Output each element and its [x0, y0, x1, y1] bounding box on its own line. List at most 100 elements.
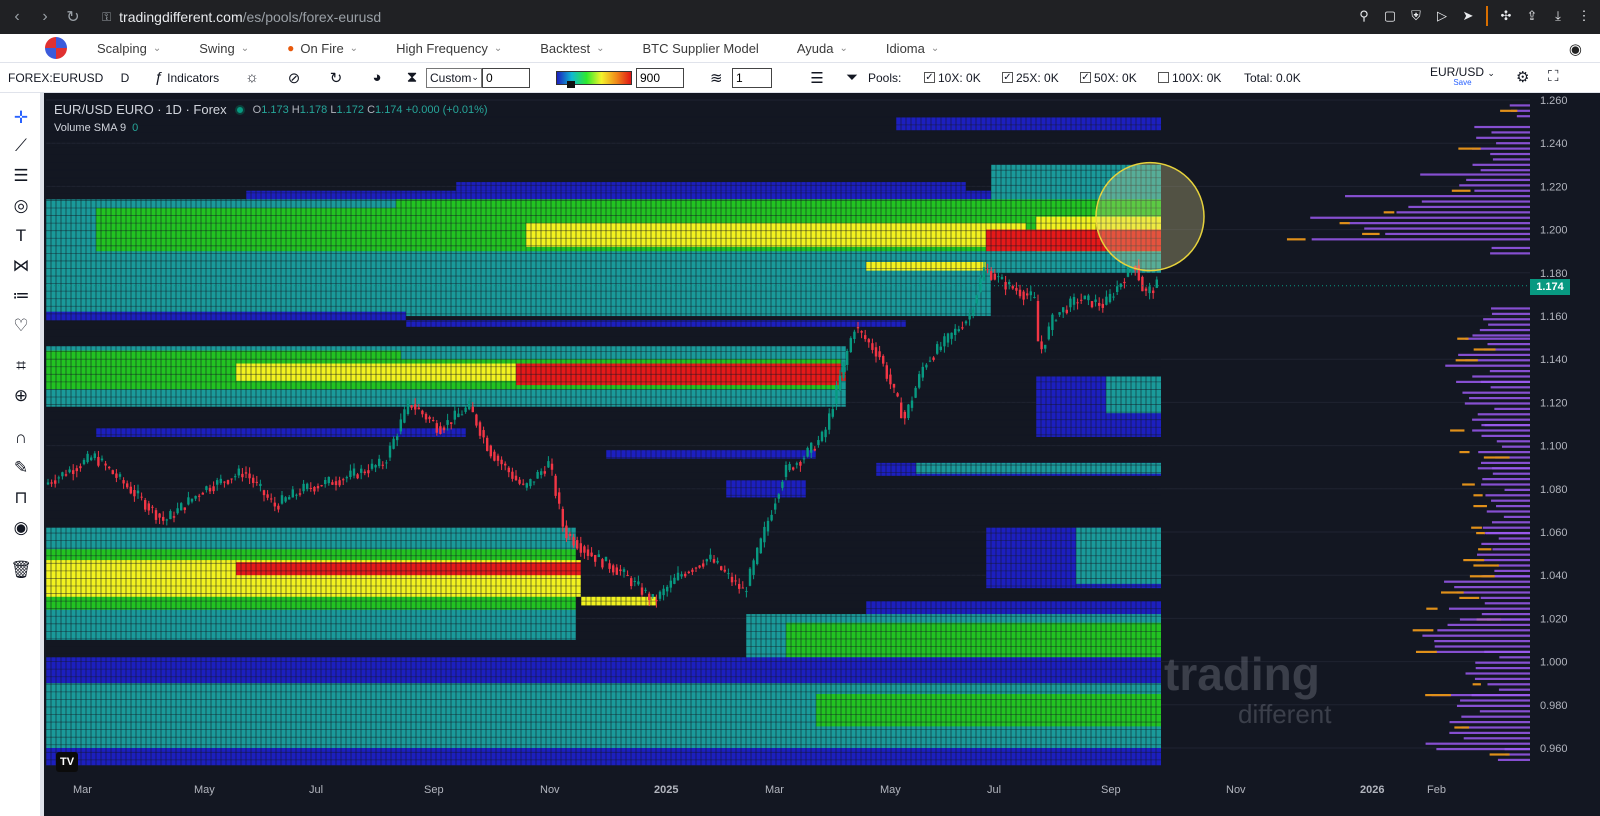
- pool-50x-checkbox[interactable]: ✓ 50X: 0K: [1080, 71, 1158, 85]
- fullscreen-icon[interactable]: ⛶: [1548, 68, 1559, 85]
- play-icon[interactable]: ▷: [1434, 6, 1450, 26]
- site-info-icon[interactable]: ⚿: [102, 10, 111, 25]
- chart-area[interactable]: 1.260 1.240 1.220 1.200 1.180 1.160 1.140 1.120…: [46, 96, 1600, 816]
- volume-profile-bar: [1465, 337, 1530, 340]
- pattern-icon[interactable]: ⋈: [8, 253, 34, 279]
- candle-body: [1112, 296, 1115, 298]
- crosshair-icon[interactable]: ✛: [8, 105, 34, 131]
- ohlc-values: O1.173 H1.178 L1.172 C1.174 +0.000 (+0.0…: [252, 103, 488, 116]
- align-button[interactable]: ☰: [798, 63, 836, 93]
- hide-button[interactable]: ⊘: [272, 63, 316, 93]
- heatmap-chart[interactable]: 1.260 1.240 1.220 1.200 1.180 1.160 1.140 1.120…: [46, 96, 1600, 816]
- checkbox-checked-icon: ✓: [924, 72, 935, 83]
- volume-profile-bar: [1469, 575, 1495, 578]
- download-icon[interactable]: ⤓: [1550, 6, 1566, 26]
- menu-high-frequency[interactable]: High Frequency ⌄: [396, 41, 502, 56]
- eye-icon[interactable]: ◉: [8, 515, 34, 541]
- candle-body: [399, 419, 402, 432]
- candle-body: [190, 498, 194, 502]
- menu-idioma[interactable]: Idioma ⌄: [886, 41, 939, 56]
- bookmark-icon[interactable]: ▢: [1382, 6, 1398, 26]
- menu-swing[interactable]: Swing ⌄: [199, 41, 249, 56]
- candle-body: [777, 494, 780, 499]
- heatmap-gradient-slider[interactable]: [556, 70, 632, 88]
- puzzle-icon[interactable]: ✣: [1498, 6, 1514, 26]
- candle-body: [1054, 320, 1058, 322]
- chevron-down-icon: ⌄: [930, 42, 940, 54]
- candle-body: [741, 587, 744, 589]
- forecast-icon[interactable]: ≔: [8, 283, 34, 309]
- pool-100x-checkbox[interactable]: 100X: 0K: [1158, 71, 1244, 85]
- trendline-icon[interactable]: ⟋: [8, 133, 34, 159]
- trash-icon[interactable]: 🗑: [8, 557, 34, 583]
- pair-selector[interactable]: EUR/USD ⌄ Save: [1430, 65, 1495, 87]
- site-logo-icon[interactable]: [45, 37, 67, 59]
- menu-btc-supplier-model[interactable]: BTC Supplier Model: [642, 41, 758, 56]
- candle-body: [154, 510, 158, 520]
- threshold-input[interactable]: [636, 67, 684, 88]
- filter-button[interactable]: ⏷: [836, 63, 868, 93]
- menu-ayuda[interactable]: Ayuda ⌄: [797, 41, 848, 56]
- volume-profile-bar: [1490, 252, 1530, 255]
- candle-body: [871, 343, 874, 350]
- interval-button[interactable]: D: [108, 63, 142, 93]
- ruler-icon[interactable]: ⌗: [8, 353, 34, 379]
- range-value-input[interactable]: [482, 67, 530, 88]
- candle-body: [882, 355, 885, 364]
- volume-profile-bar: [1475, 667, 1530, 670]
- candle-body: [1058, 312, 1061, 315]
- chevron-down-icon: ⌄: [240, 42, 250, 54]
- volume-profile-bar: [1503, 515, 1530, 518]
- palette-button[interactable]: ◕: [356, 63, 398, 93]
- layers-input[interactable]: [732, 67, 772, 88]
- fib-icon[interactable]: ☰: [8, 163, 34, 189]
- candle-body: [550, 463, 554, 470]
- symbol-search[interactable]: FOREX:EURUSD: [8, 63, 108, 93]
- tradingview-logo-icon[interactable]: TV: [56, 752, 78, 772]
- share-icon[interactable]: ⇪: [1524, 6, 1540, 26]
- camera-icon[interactable]: ◉: [1569, 40, 1582, 58]
- price-tick-label: 1.200: [1540, 225, 1568, 237]
- zoom-icon[interactable]: ⊕: [8, 383, 34, 409]
- volume-profile-bar: [1481, 424, 1530, 427]
- volume-profile-bar: [1472, 334, 1530, 337]
- back-icon[interactable]: ‹: [6, 8, 28, 26]
- volume-profile-bar: [1434, 645, 1530, 648]
- reload-icon[interactable]: ↻: [62, 7, 84, 27]
- circle-tool-icon[interactable]: ◎: [8, 193, 34, 219]
- volume-profile-bar: [1434, 640, 1530, 643]
- gear-icon[interactable]: ⚙: [1516, 68, 1529, 86]
- shield-icon[interactable]: ⛨: [1408, 6, 1424, 26]
- chevron-down-icon: ⌄: [493, 42, 503, 54]
- pool-10x-checkbox[interactable]: ✓ 10X: 0K: [924, 71, 1002, 85]
- forward-icon[interactable]: ›: [34, 8, 56, 26]
- slider-handle[interactable]: [567, 80, 575, 88]
- heart-icon[interactable]: ♡: [8, 313, 34, 339]
- volume-indicator-label[interactable]: Volume SMA 90: [54, 122, 138, 134]
- brightness-button[interactable]: ☼: [232, 63, 272, 93]
- menu-on-fire[interactable]: ● On Fire ⌄: [287, 41, 358, 56]
- lock-icon[interactable]: ⊓: [8, 485, 34, 511]
- volume-profile-bar: [1471, 526, 1482, 529]
- send-icon[interactable]: ➤: [1460, 6, 1476, 26]
- menu-backtest[interactable]: Backtest ⌄: [540, 41, 604, 56]
- time-tick-label: Sep: [1101, 784, 1121, 796]
- candle-body: [486, 437, 489, 451]
- indicators-button[interactable]: ƒ Indicators: [142, 63, 232, 93]
- candle-body: [151, 506, 154, 508]
- time-tick-label: 2025: [654, 784, 678, 796]
- candle-body: [1087, 295, 1090, 301]
- volume-profile-bar: [1465, 672, 1530, 675]
- text-icon[interactable]: T: [8, 223, 34, 249]
- pool-25x-checkbox[interactable]: ✓ 25X: 0K: [1002, 71, 1080, 85]
- pin-icon[interactable]: ⚲: [1356, 6, 1372, 26]
- magnet-icon[interactable]: ∩: [8, 425, 34, 451]
- refresh-button[interactable]: ↻: [316, 63, 356, 93]
- pencil-lock-icon[interactable]: ✎: [8, 455, 34, 481]
- menu-icon[interactable]: ⋮: [1576, 6, 1592, 26]
- address-bar[interactable]: ⚿ tradingdifferent.com/es/pools/forex-eu…: [102, 9, 381, 25]
- candle-body: [1065, 309, 1068, 314]
- range-mode-select[interactable]: Custom ⌄: [426, 67, 482, 88]
- candle-body: [86, 453, 89, 463]
- menu-scalping[interactable]: Scalping ⌄: [97, 41, 161, 56]
